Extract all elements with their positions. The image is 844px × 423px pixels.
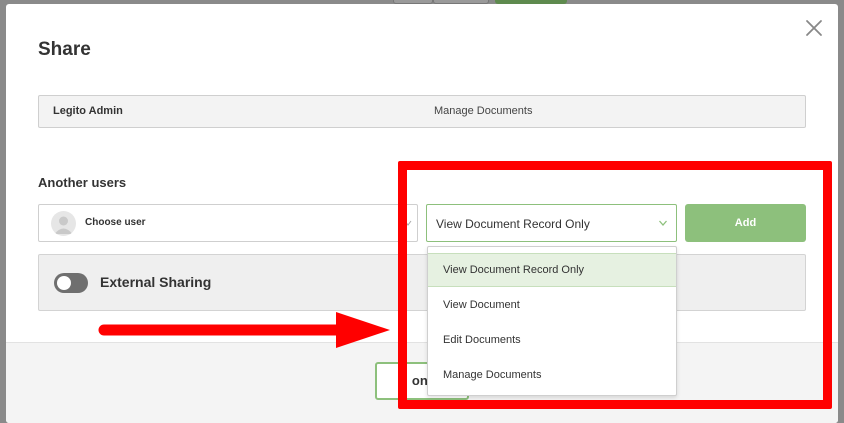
owner-permission: Manage Documents bbox=[434, 105, 533, 117]
external-sharing-label: External Sharing bbox=[100, 274, 212, 290]
choose-user-select[interactable]: Choose user bbox=[38, 204, 418, 242]
annotation-arrow-icon bbox=[98, 312, 390, 348]
dialog-title: Share bbox=[38, 39, 91, 60]
toggle-knob bbox=[57, 276, 71, 290]
close-icon[interactable] bbox=[802, 16, 826, 40]
another-users-label: Another users bbox=[38, 175, 127, 190]
choose-user-placeholder: Choose user bbox=[85, 217, 146, 228]
highlight-rectangle bbox=[398, 161, 832, 409]
external-sharing-toggle[interactable] bbox=[54, 273, 88, 293]
owner-permission-row: Legito Admin Manage Documents bbox=[38, 95, 806, 128]
owner-name: Legito Admin bbox=[53, 105, 123, 117]
avatar-icon bbox=[51, 211, 76, 236]
